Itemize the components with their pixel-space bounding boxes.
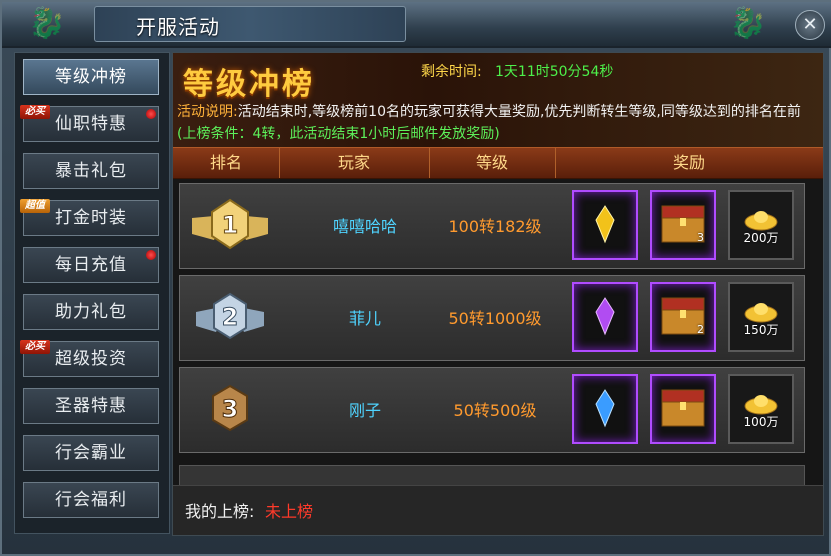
player-level: 100转182级 — [448, 217, 542, 236]
player-name: 嘻嘻哈哈 — [332, 217, 397, 236]
sidebar-item-label: 超级投资 — [55, 349, 127, 369]
sidebar-item-super-invest[interactable]: 必买 超级投资 — [20, 340, 159, 377]
gold-amount: 100万 — [743, 415, 779, 429]
gold-amount: 150万 — [743, 323, 779, 337]
gem-icon — [595, 205, 615, 244]
rank-number: 1 — [222, 211, 239, 239]
sidebar-item-fashion[interactable]: 超值 打金时装 — [20, 199, 159, 236]
rank-1-medal-icon: 1 — [192, 198, 268, 250]
notification-dot-icon — [146, 109, 156, 119]
header-level: 等级 — [429, 148, 556, 178]
must-buy-badge: 必买 — [20, 105, 50, 119]
event-banner: 等级冲榜 剩余时间: 1天11时50分54秒 活动说明:活动结束时,等级榜前10… — [173, 53, 823, 147]
treasure-chest-icon — [661, 389, 705, 427]
table-header: 排名 玩家 等级 奖励 — [173, 147, 823, 179]
my-rank-value: 未上榜 — [265, 502, 314, 521]
my-rank-bar: 我的上榜: 未上榜 — [173, 485, 823, 535]
event-window: 🐉 开服活动 🐉 ✕ 等级冲榜 必买 仙职特惠 暴击礼包 超值 打金时装 每日充值 … — [0, 0, 831, 556]
remaining-time-label: 剩余时间: — [421, 64, 482, 80]
description-text: 活动结束时,等级榜前10名的玩家可获得大量奖励,优先判断转生等级,同等级达到的排… — [237, 104, 801, 120]
reward-gold-slot[interactable]: 150万 — [728, 282, 794, 352]
notification-dot-icon — [146, 250, 156, 260]
rank-number: 2 — [222, 303, 239, 331]
rank-3-medal-icon: 3 — [212, 384, 248, 432]
rank-condition: (上榜条件：4转，此活动结束1小时后邮件发放奖励) — [177, 126, 500, 142]
player-level: 50转1000级 — [448, 309, 542, 328]
must-buy-badge: 必买 — [20, 340, 50, 354]
title-bar: 🐉 开服活动 🐉 ✕ — [2, 2, 831, 48]
close-icon[interactable]: ✕ — [795, 10, 825, 40]
sidebar-item-assist-pack[interactable]: 助力礼包 — [23, 294, 159, 330]
sidebar-item-label: 每日充值 — [55, 255, 127, 275]
header-rank: 排名 — [173, 148, 280, 178]
reward-gem-slot[interactable] — [572, 374, 638, 444]
gold-ingot-icon — [744, 303, 778, 323]
sidebar-item-level-rank[interactable]: 等级冲榜 — [23, 59, 159, 95]
sidebar-item-label: 打金时装 — [55, 208, 127, 228]
chest-count: 2 — [697, 323, 704, 336]
sidebar-item-label: 圣器特惠 — [55, 396, 127, 416]
sidebar-item-crit-pack[interactable]: 暴击礼包 — [23, 153, 159, 189]
treasure-chest-icon — [661, 205, 705, 243]
main-panel: 等级冲榜 剩余时间: 1天11时50分54秒 活动说明:活动结束时,等级榜前10… — [172, 52, 824, 536]
sidebar-item-guild-welfare[interactable]: 行会福利 — [23, 482, 159, 518]
value-badge: 超值 — [20, 199, 50, 213]
event-title: 等级冲榜 — [183, 67, 315, 102]
player-level: 50转500级 — [453, 401, 537, 420]
sidebar: 等级冲榜 必买 仙职特惠 暴击礼包 超值 打金时装 每日充值 助力礼包 必买 超级投资… — [14, 52, 170, 534]
table-row: 1 嘻嘻哈哈 100转182级 3 200万 — [179, 183, 805, 269]
description-label: 活动说明: — [177, 104, 238, 120]
reward-chest-slot[interactable]: 2 — [650, 282, 716, 352]
header-reward: 奖励 — [672, 153, 705, 172]
dragon-ornament-icon: 🐉 — [729, 6, 767, 41]
sidebar-item-daily-recharge[interactable]: 每日充值 — [23, 247, 159, 283]
gold-amount: 200万 — [743, 231, 779, 245]
sidebar-item-guild-dominance[interactable]: 行会霸业 — [23, 435, 159, 471]
sidebar-item-xianzhi[interactable]: 必买 仙职特惠 — [20, 105, 159, 142]
dragon-ornament-icon: 🐉 — [28, 6, 66, 41]
window-title: 开服活动 — [136, 15, 220, 39]
gold-ingot-icon — [744, 395, 778, 415]
sidebar-item-label: 行会福利 — [55, 490, 127, 510]
sidebar-item-label: 等级冲榜 — [55, 67, 127, 87]
gem-icon — [595, 297, 615, 336]
treasure-chest-icon — [661, 297, 705, 335]
event-description: 活动说明:活动结束时,等级榜前10名的玩家可获得大量奖励,优先判断转生等级,同等… — [177, 101, 817, 145]
player-name: 刚子 — [348, 401, 381, 420]
player-name: 菲儿 — [348, 309, 381, 328]
table-row: 3 刚子 50转500级 100万 — [179, 367, 805, 453]
reward-chest-slot[interactable]: 3 — [650, 190, 716, 260]
rank-number: 3 — [222, 395, 239, 423]
gold-ingot-icon — [744, 211, 778, 231]
reward-chest-slot[interactable] — [650, 374, 716, 444]
gem-icon — [595, 389, 615, 428]
table-row: 2 菲儿 50转1000级 2 150万 — [179, 275, 805, 361]
header-player: 玩家 — [279, 148, 430, 178]
sidebar-item-label: 仙职特惠 — [55, 114, 127, 134]
reward-gem-slot[interactable] — [572, 282, 638, 352]
chest-count: 3 — [697, 231, 704, 244]
sidebar-item-label: 行会霸业 — [55, 443, 127, 463]
reward-gold-slot[interactable]: 200万 — [728, 190, 794, 260]
reward-gem-slot[interactable] — [572, 190, 638, 260]
reward-gold-slot[interactable]: 100万 — [728, 374, 794, 444]
rank-2-medal-icon: 2 — [196, 292, 264, 340]
my-rank-label: 我的上榜: — [185, 502, 255, 521]
sidebar-item-label: 暴击礼包 — [55, 161, 127, 181]
table-row-partial — [179, 465, 805, 487]
remaining-time-value: 1天11时50分54秒 — [495, 64, 614, 80]
sidebar-item-artifact[interactable]: 圣器特惠 — [23, 388, 159, 424]
sidebar-item-label: 助力礼包 — [55, 302, 127, 322]
